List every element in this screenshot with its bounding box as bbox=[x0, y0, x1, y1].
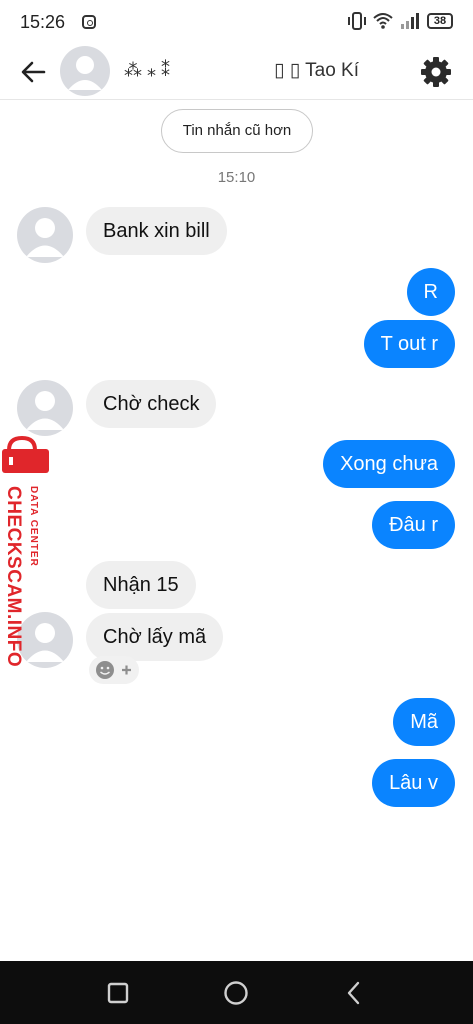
square-icon bbox=[107, 982, 129, 1004]
status-time: 15:26 bbox=[20, 12, 66, 32]
circle-icon bbox=[224, 981, 248, 1005]
back-button[interactable] bbox=[18, 56, 50, 88]
smiley-add-icon bbox=[96, 661, 131, 679]
watermark-logo: CHECKSCAM.INFO DATA CENTER bbox=[0, 436, 52, 667]
message-bubble-incoming[interactable]: Nhận 15 bbox=[86, 561, 196, 609]
message-bubble-outgoing[interactable]: R bbox=[406, 268, 455, 316]
recents-button[interactable] bbox=[100, 975, 136, 1011]
message-bubble-outgoing[interactable]: T out r bbox=[363, 320, 455, 368]
chat-title: ▯ ▯ Tao Kí bbox=[274, 60, 359, 81]
sender-avatar[interactable] bbox=[17, 380, 73, 436]
status-icons: 38 bbox=[347, 12, 453, 30]
message-bubble-outgoing[interactable]: Đâu r bbox=[372, 501, 455, 549]
gear-icon bbox=[421, 57, 451, 87]
instagram-icon bbox=[82, 15, 96, 29]
add-reaction-button[interactable] bbox=[89, 656, 139, 684]
default-avatar-icon bbox=[26, 218, 64, 257]
message-bubble-outgoing[interactable]: Mã bbox=[393, 698, 455, 746]
older-messages-button[interactable]: Tin nhắn cũ hơn bbox=[161, 109, 313, 153]
signal-icon bbox=[401, 13, 419, 29]
home-button[interactable] bbox=[218, 975, 254, 1011]
contact-avatar[interactable] bbox=[60, 46, 110, 96]
contact-name[interactable]: ⁂ ⁎ ⁑ bbox=[124, 60, 170, 81]
message-bubble-incoming[interactable]: Bank xin bill bbox=[86, 207, 227, 255]
chat-header: ⁂ ⁎ ⁑ ▯ ▯ Tao Kí bbox=[0, 44, 473, 100]
svg-text:CHECKSCAM.INFO: CHECKSCAM.INFO bbox=[3, 486, 24, 666]
sender-avatar[interactable] bbox=[17, 207, 73, 263]
vibrate-icon bbox=[348, 12, 366, 30]
back-nav-button[interactable] bbox=[336, 975, 372, 1011]
svg-text:DATA CENTER: DATA CENTER bbox=[28, 486, 39, 567]
system-navigation-bar bbox=[0, 961, 473, 1024]
message-bubble-outgoing[interactable]: Lâu v bbox=[372, 759, 455, 807]
wifi-icon bbox=[373, 13, 393, 29]
message-bubble-incoming[interactable]: Chờ lấy mã bbox=[86, 613, 224, 661]
battery-icon: 38 bbox=[427, 13, 453, 29]
message-bubble-outgoing[interactable]: Xong chưa bbox=[323, 440, 455, 488]
settings-button[interactable] bbox=[418, 54, 454, 90]
default-avatar-icon bbox=[68, 56, 102, 90]
default-avatar-icon bbox=[26, 391, 64, 430]
status-bar: 15:26 38 bbox=[0, 0, 473, 44]
triangle-back-icon bbox=[347, 981, 360, 1005]
conversation-timestamp: 15:10 bbox=[217, 169, 256, 186]
back-arrow-icon bbox=[21, 61, 46, 83]
message-bubble-incoming[interactable]: Chờ check bbox=[86, 380, 217, 428]
